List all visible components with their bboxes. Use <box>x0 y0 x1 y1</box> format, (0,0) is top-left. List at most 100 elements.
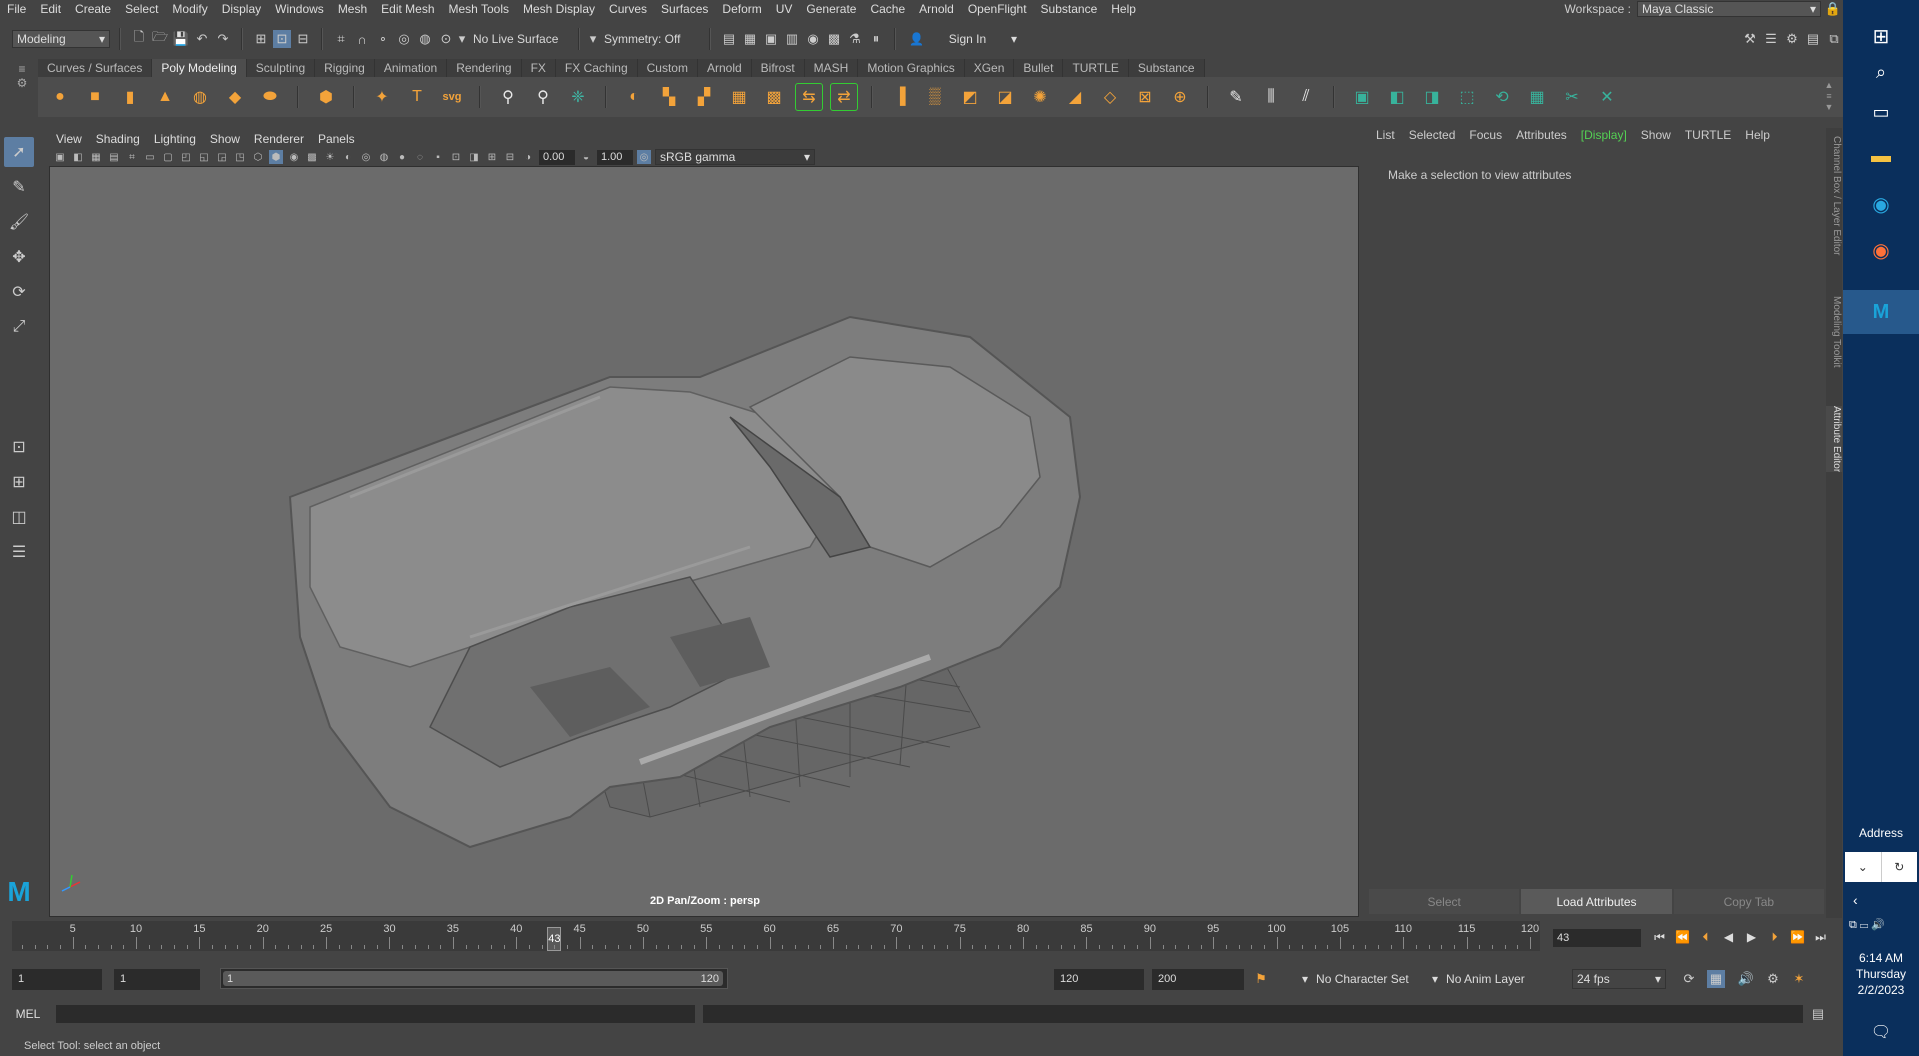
uv-spherical-icon[interactable]: ◨ <box>1418 83 1446 111</box>
script-editor-icon[interactable]: ▤ <box>1809 1005 1827 1023</box>
shelf-tab-fx[interactable]: FX <box>521 59 556 77</box>
particles-icon[interactable]: ❈ <box>564 83 592 111</box>
new-scene-icon[interactable]: 🗋 <box>130 29 148 48</box>
sound-icon[interactable]: 🔊 <box>1737 970 1755 988</box>
task-view-icon[interactable]: ▭ <box>1863 94 1899 130</box>
lights-icon[interactable]: ☀ <box>323 150 337 164</box>
shelf-tab-substance[interactable]: Substance <box>1128 59 1205 77</box>
viewport-menu-panels[interactable]: Panels <box>311 132 362 146</box>
go-to-start-icon[interactable]: ⏮ <box>1651 927 1668 947</box>
tab-channel-box[interactable]: Channel Box / Layer Editor <box>1826 136 1842 256</box>
current-frame-field[interactable]: 43 <box>1553 929 1641 947</box>
chevron-left-icon[interactable]: ‹ <box>1853 892 1858 908</box>
snap-curve-icon[interactable]: ∩ <box>353 30 371 48</box>
ae-load-attributes-button[interactable]: Load Attributes <box>1521 889 1672 914</box>
select-object-icon[interactable]: ⊡ <box>273 30 291 48</box>
snap-surface-icon[interactable]: ◍ <box>416 30 434 48</box>
isolate-icon[interactable]: ◍ <box>377 150 391 164</box>
hypershade-icon[interactable]: ▩ <box>825 30 843 48</box>
windows-start-icon[interactable]: ⊞ <box>1863 18 1899 54</box>
ae-menu-turtle[interactable]: TURTLE <box>1678 128 1738 146</box>
menu-file[interactable]: File <box>0 2 33 16</box>
booleans-icon[interactable]: ▩ <box>760 83 788 111</box>
character-set-dropdown[interactable]: ▾ No Character Set <box>1302 972 1409 986</box>
save-scene-icon[interactable]: 💾 <box>172 30 190 48</box>
step-back-key-icon[interactable]: ⏪ <box>1674 927 1691 947</box>
menu-arnold[interactable]: Arnold <box>912 2 961 16</box>
sign-in-dropdown[interactable]: 👤 Sign In ▾ <box>905 30 1021 48</box>
safe-action-icon[interactable]: ◲ <box>215 150 229 164</box>
sculpt-tool-icon[interactable]: ⚲ <box>494 83 522 111</box>
wireframe-icon[interactable]: ⬡ <box>251 150 265 164</box>
shelf-tab-xgen[interactable]: XGen <box>964 59 1015 77</box>
lasso-tool-icon[interactable]: ✎ <box>4 172 34 202</box>
menu-edit[interactable]: Edit <box>33 2 68 16</box>
playback-start-field[interactable]: 1 <box>114 968 200 990</box>
playback-end-field[interactable]: 120 <box>1054 968 1144 990</box>
ae-menu-focus[interactable]: Focus <box>1462 128 1509 146</box>
menu-generate[interactable]: Generate <box>799 2 863 16</box>
poly-sphere-icon[interactable]: ● <box>46 83 74 111</box>
menu-openflight[interactable]: OpenFlight <box>961 2 1034 16</box>
field-chart-icon[interactable]: ◱ <box>197 150 211 164</box>
select-tool-icon[interactable]: ➚ <box>4 137 34 167</box>
preferences-icon[interactable]: ⚙ <box>1764 970 1782 988</box>
menu-mesh-tools[interactable]: Mesh Tools <box>442 2 516 16</box>
redo-icon[interactable]: ↷ <box>214 30 232 48</box>
select-component-icon[interactable]: ⊟ <box>294 30 312 48</box>
symmetry-label[interactable]: Symmetry: Off <box>600 32 700 46</box>
fps-dropdown[interactable]: 24 fps ▾ <box>1572 969 1666 989</box>
default-material-icon[interactable]: ◉ <box>287 150 301 164</box>
textured-icon[interactable]: ▩ <box>305 150 319 164</box>
shelf-tab-poly-modeling[interactable]: Poly Modeling <box>152 59 247 77</box>
edge-icon[interactable]: ◉ <box>1863 186 1899 222</box>
motion-blur-icon[interactable]: ◌ <box>413 150 427 164</box>
circularize-icon[interactable]: ⊕ <box>1166 83 1194 111</box>
play-forwards-icon[interactable]: ▶ <box>1743 927 1760 947</box>
ae-menu-help[interactable]: Help <box>1738 128 1777 146</box>
range-slider-handle[interactable]: 1 120 <box>223 971 723 986</box>
platonic-solid-icon[interactable]: ⬢ <box>312 83 340 111</box>
chevron-down-icon[interactable]: ⌄ <box>1845 852 1882 882</box>
pause-icon[interactable]: ⏸ <box>867 30 885 48</box>
viewport-menu-renderer[interactable]: Renderer <box>247 132 311 146</box>
ae-menu-list[interactable]: List <box>1369 128 1402 146</box>
ae-copy-tab-button[interactable]: Copy Tab <box>1673 889 1824 914</box>
shelf-scroll-arrows[interactable]: ▲ ≡ ▼ <box>1823 80 1835 116</box>
tool-settings-icon[interactable]: ⚙ <box>1783 30 1801 48</box>
chevron-down-icon[interactable]: ▾ <box>458 30 466 48</box>
loop-icon[interactable]: ⟳ <box>1680 970 1698 988</box>
step-forward-key-icon[interactable]: ⏩ <box>1789 927 1806 947</box>
snap-vertex-icon[interactable]: ⊙ <box>437 30 455 48</box>
shelf-menu-icon[interactable]: ≡ ⚙ <box>14 62 30 112</box>
poly-cone-icon[interactable]: ▲ <box>151 83 179 111</box>
anim-layer-dropdown[interactable]: ▾ No Anim Layer <box>1432 972 1525 986</box>
menu-set-dropdown[interactable]: Modeling ▾ <box>12 30 110 48</box>
bookmark-icon[interactable]: ▦ <box>89 150 103 164</box>
poly-disc-icon[interactable]: ⬬ <box>256 83 284 111</box>
menu-display[interactable]: Display <box>215 2 268 16</box>
outliner-layout-icon[interactable]: ☰ <box>4 537 34 567</box>
snap-grid-icon[interactable]: ⌗ <box>332 30 350 48</box>
snap-point-icon[interactable]: ∘ <box>374 30 392 48</box>
viewport-persp[interactable]: 2D Pan/Zoom : persp <box>49 166 1359 917</box>
scale-tool-icon[interactable]: ⤢ <box>4 312 34 342</box>
snap-view-icon[interactable]: ◎ <box>395 30 413 48</box>
ae-menu-selected[interactable]: Selected <box>1402 128 1463 146</box>
poly-cube-icon[interactable]: ■ <box>81 83 109 111</box>
mirror-icon[interactable]: ⇆ <box>795 83 823 111</box>
address-input[interactable]: ⌄ ↻ <box>1845 852 1917 882</box>
camera-icon[interactable]: ▣ <box>53 150 67 164</box>
camera-lock-icon[interactable]: ◧ <box>71 150 85 164</box>
uv-sew-icon[interactable]: ✕ <box>1593 83 1621 111</box>
uv-cut-icon[interactable]: ✂ <box>1558 83 1586 111</box>
workspace-dropdown[interactable]: Maya Classic ▾ <box>1637 0 1821 17</box>
auto-key-icon[interactable]: ⚑ <box>1252 970 1270 988</box>
xray-icon[interactable]: ◎ <box>359 150 373 164</box>
shelf-tab-animation[interactable]: Animation <box>374 59 448 77</box>
poly-plane-icon[interactable]: ◆ <box>221 83 249 111</box>
construction-history-icon[interactable]: ▤ <box>720 30 738 48</box>
time-slider[interactable]: 43 5 10 15 20 25 30 35 40 45 50 55 60 65 70 75 80 85 90 95… <box>12 921 1540 951</box>
viewport-menu-shading[interactable]: Shading <box>89 132 147 146</box>
safe-title-icon[interactable]: ◳ <box>233 150 247 164</box>
